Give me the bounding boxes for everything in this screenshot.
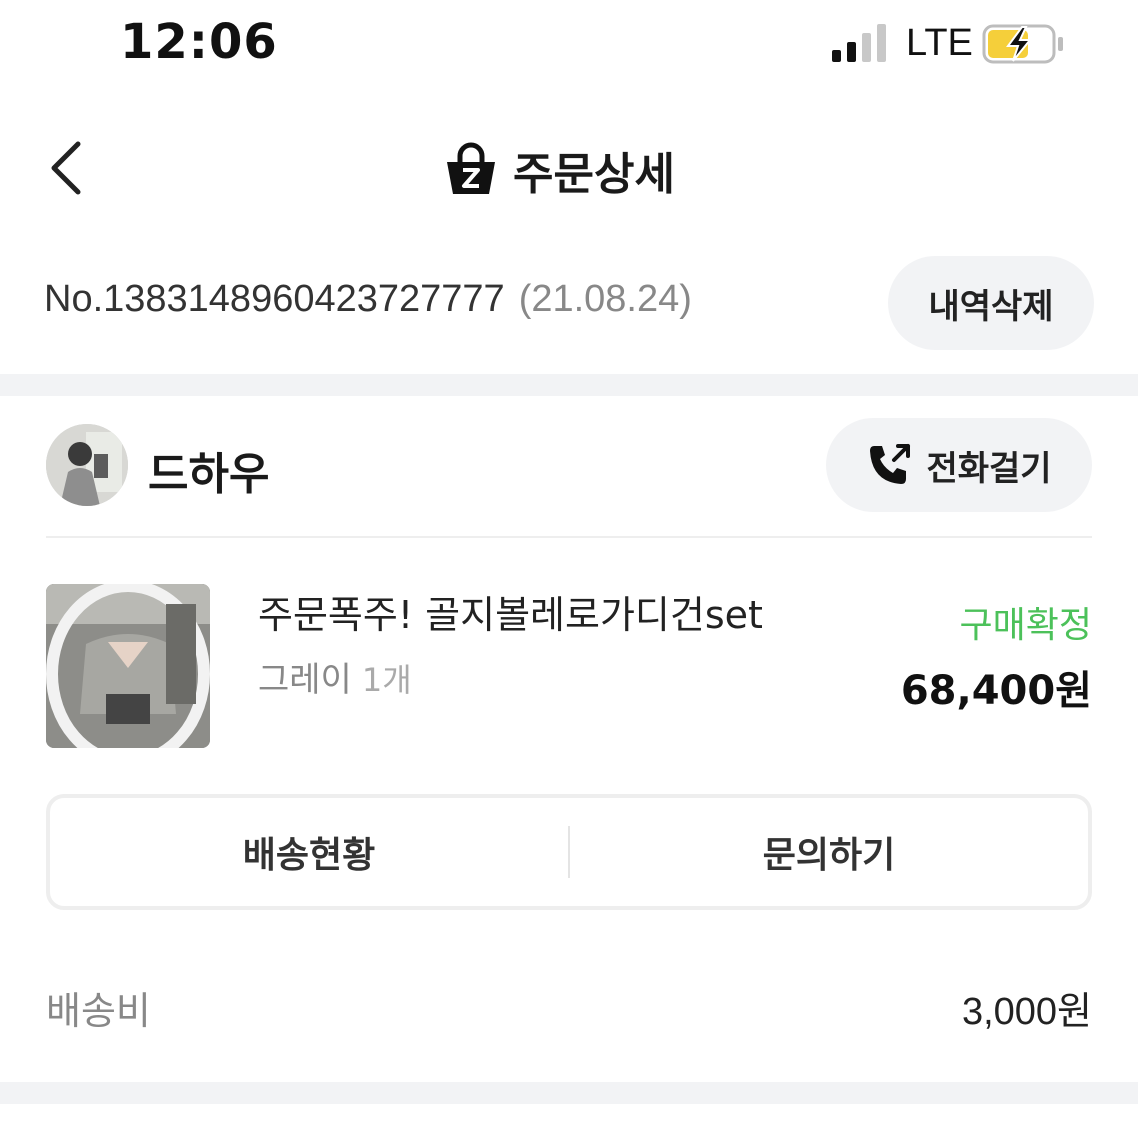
- seller-name[interactable]: 드하우: [148, 438, 269, 502]
- order-number: No.1383148960423727777: [44, 278, 505, 320]
- purchase-status-badge: 구매확정: [959, 605, 1092, 646]
- avatar-photo: [46, 424, 128, 506]
- order-number-text: No.1383148960423727777 (21.08.24): [44, 278, 692, 321]
- signal-icon: [832, 24, 886, 62]
- seller-row: 드하우 전화걸기: [0, 410, 1138, 530]
- call-button[interactable]: 전화걸기: [826, 418, 1092, 512]
- order-action-buttons: 배송현황 문의하기: [46, 794, 1092, 910]
- section-divider: [0, 374, 1138, 396]
- product-price: 68,400원: [900, 668, 1092, 714]
- call-button-label: 전화걸기: [926, 448, 1052, 489]
- shipping-fee-label: 배송비: [46, 989, 151, 1033]
- inquiry-button[interactable]: 문의하기: [570, 798, 1088, 906]
- nav-title-group: 주문상세: [0, 138, 1138, 202]
- network-type: LTE: [906, 22, 973, 64]
- row-divider: [46, 536, 1092, 538]
- shipping-fee-value: 3,000원: [961, 991, 1092, 1033]
- nav-bar: 주문상세: [0, 110, 1138, 230]
- shopping-bag-z-icon: [447, 142, 496, 194]
- section-divider-bottom: [0, 1082, 1138, 1104]
- product-option: 그레이: [258, 660, 352, 700]
- status-time: 12:06: [120, 14, 278, 70]
- seller-avatar[interactable]: [46, 424, 128, 506]
- product-thumbnail[interactable]: [46, 584, 210, 748]
- product-name[interactable]: 주문폭주! 골지볼레로가디건set: [258, 584, 763, 639]
- battery-charging-icon: [982, 24, 1063, 64]
- product-quantity: 1개: [361, 661, 412, 699]
- shipping-status-button[interactable]: 배송현황: [50, 798, 568, 906]
- order-date: (21.08.24): [518, 278, 692, 320]
- product-photo: [46, 584, 210, 748]
- order-info-row: No.1383148960423727777 (21.08.24) 내역삭제: [0, 252, 1138, 352]
- page-title: 주문상세: [513, 149, 675, 200]
- phone-call-icon: [870, 444, 911, 484]
- status-bar: 12:06 LTE: [0, 0, 1138, 90]
- product-row[interactable]: 주문폭주! 골지볼레로가디건set 그레이 1개 구매확정 68,400원: [0, 580, 1138, 760]
- delete-history-button[interactable]: 내역삭제: [888, 256, 1094, 350]
- shipping-fee-row: 배송비 3,000원: [0, 970, 1138, 1050]
- product-option-text: 그레이 1개: [258, 652, 412, 701]
